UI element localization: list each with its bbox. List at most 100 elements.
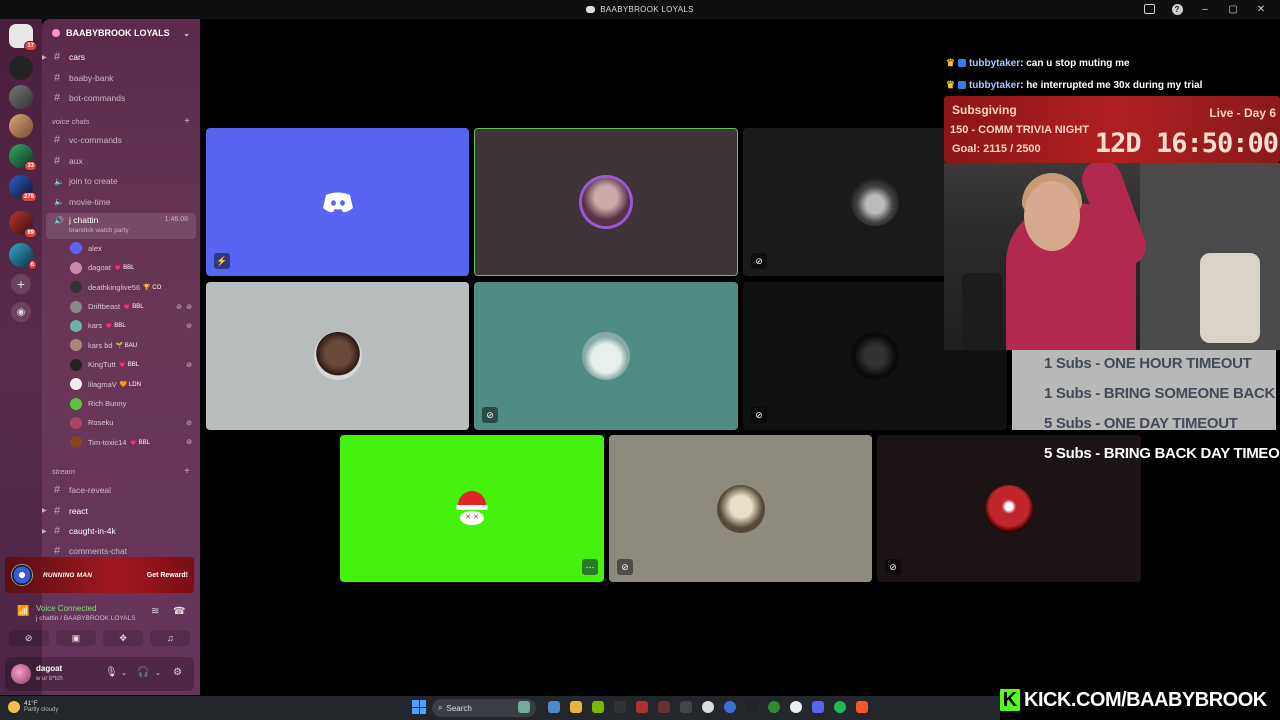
help-icon[interactable]: ?: [1170, 2, 1184, 16]
taskbar-app-icon[interactable]: [548, 701, 560, 713]
settings-gear-icon[interactable]: ⚙: [173, 667, 182, 678]
voice-member[interactable]: kars bd 🌱 BAU: [42, 336, 200, 355]
channel-react[interactable]: ▶ # react: [42, 500, 200, 520]
voice-status[interactable]: Voice Connected: [36, 604, 97, 613]
voice-location[interactable]: j chattin / BAABYBROOK LOYALS: [36, 615, 136, 622]
taskbar-app-icon[interactable]: [724, 701, 736, 713]
chevron-down-icon[interactable]: ⌄: [155, 669, 161, 677]
direct-messages-button[interactable]: 17: [9, 24, 37, 51]
webcam-pillow: [1200, 253, 1260, 343]
soundboard-button[interactable]: ♫: [150, 630, 191, 646]
channel-face-reveal[interactable]: # face-reveal: [42, 480, 200, 500]
server-icon[interactable]: 6: [9, 243, 37, 270]
channel-j-chattin[interactable]: 🔊 j chattin brandisk watch party 1:46:08: [46, 212, 196, 239]
server-icon[interactable]: 89: [9, 211, 37, 238]
camera-off-button[interactable]: ⊘: [8, 630, 49, 646]
server-icon[interactable]: [9, 114, 33, 138]
category-voice-chats[interactable]: voice chats +: [42, 112, 200, 130]
channel-cars[interactable]: ▶ # cars: [42, 47, 200, 67]
noise-suppression-icon[interactable]: ≋: [151, 606, 159, 617]
brave-icon[interactable]: [856, 701, 868, 713]
voice-member[interactable]: Roseku ⊘: [42, 413, 200, 432]
subathon-live-day: Live - Day 6: [1209, 106, 1276, 120]
video-tile[interactable]: ⚡: [206, 128, 469, 276]
mic-muted-icon: ⊘: [751, 407, 767, 423]
avatar: [70, 416, 82, 429]
file-explorer-icon[interactable]: [570, 701, 582, 713]
taskbar-app-icon[interactable]: [614, 701, 626, 713]
chevron-down-icon[interactable]: ⌄: [121, 669, 127, 677]
explore-icon[interactable]: ◉: [11, 302, 31, 322]
maximize-button[interactable]: ▢: [1226, 2, 1240, 16]
activities-button[interactable]: ✥: [103, 630, 144, 646]
add-channel-icon[interactable]: +: [184, 466, 190, 477]
weather-widget[interactable]: 41°F Partly cloudy: [8, 700, 58, 713]
channel-aux[interactable]: # aux: [42, 151, 200, 171]
search-label: Search: [446, 703, 472, 713]
spotify-icon[interactable]: [834, 701, 846, 713]
video-tile[interactable]: ⊘: [474, 282, 738, 430]
member-tag: 💗 BBL: [118, 362, 140, 369]
promo-title: RUNNING MAN: [43, 571, 93, 579]
add-channel-icon[interactable]: +: [184, 116, 190, 127]
disconnect-icon[interactable]: ☎: [173, 606, 185, 617]
channel-vc-commands[interactable]: # vc-commands: [42, 130, 200, 150]
voice-member[interactable]: lilagmaV 🧡 LDN: [42, 374, 200, 393]
voice-member[interactable]: alex: [42, 239, 200, 258]
server-icon[interactable]: 278: [9, 175, 37, 202]
video-tile[interactable]: ⊘: [609, 435, 872, 582]
channel-bot-commands[interactable]: # bot-commands: [42, 88, 200, 108]
discord-taskbar-icon[interactable]: [812, 701, 824, 713]
nvidia-icon[interactable]: [592, 701, 604, 713]
taskbar-app-icon[interactable]: [518, 701, 530, 713]
obs-icon[interactable]: [702, 701, 714, 713]
capcut-icon[interactable]: [746, 701, 758, 713]
headphones-icon[interactable]: 🎧: [137, 667, 149, 678]
channel-label: comments-chat: [69, 546, 128, 557]
voice-member[interactable]: KingTutt 💗 BBL ⊘: [42, 355, 200, 374]
channel-movie-time[interactable]: 🔈 movie-time: [42, 191, 200, 211]
channel-join-to-create[interactable]: 🔈 join to create: [42, 171, 200, 191]
server-badge: 89: [24, 228, 37, 238]
server-icon[interactable]: [9, 85, 33, 109]
user-panel: dagoat w ur b*tch 🎙 ⌄ 🎧 ⌄ ⚙: [5, 657, 194, 691]
voice-member[interactable]: dagoat 💗 BBL: [42, 258, 200, 277]
more-options-icon[interactable]: ⋯: [582, 559, 598, 575]
taskbar-app-icon[interactable]: [680, 701, 692, 713]
add-server-icon[interactable]: +: [11, 274, 31, 294]
microphone-icon[interactable]: 🎙: [105, 667, 118, 678]
start-button[interactable]: [412, 700, 426, 714]
screen-share-button[interactable]: ▣: [55, 630, 96, 646]
video-tile[interactable]: [206, 282, 469, 430]
voice-member[interactable]: Tim-toxic14 💗 BBL ⊘: [42, 433, 200, 452]
guild-name: BAABYBROOK LOYALS: [66, 28, 170, 38]
signal-icon[interactable]: 📶: [17, 606, 29, 617]
member-tag: 💗 BBL: [129, 439, 150, 446]
guild-header[interactable]: BAABYBROOK LOYALS ⌄: [42, 19, 200, 47]
voice-member[interactable]: kars 💗 BBL ⊘: [42, 316, 200, 335]
video-tile-speaking[interactable]: [474, 128, 738, 276]
xbox-icon[interactable]: [768, 701, 780, 713]
close-button[interactable]: ✕: [1254, 2, 1268, 16]
taskbar: 41°F Partly cloudy ⌕ Search: [0, 696, 1000, 720]
video-tile[interactable]: ✕ ✕ ⋯: [340, 435, 604, 582]
inbox-icon[interactable]: [1142, 2, 1156, 16]
channel-caught-in-4k[interactable]: ▶ # caught-in-4k: [42, 521, 200, 541]
get-reward-button[interactable]: Get Reward!: [147, 572, 188, 579]
voice-member[interactable]: Driftbeast 💗 BBL ⊘ ⊘: [42, 297, 200, 316]
member-tag: 💗 BBL: [123, 304, 144, 311]
promo-banner[interactable]: RUNNING MAN Get Reward!: [5, 557, 194, 593]
voice-member[interactable]: deathkinglive56 🏆 CO: [42, 278, 200, 297]
user-avatar: [313, 332, 362, 380]
category-stream[interactable]: stream +: [42, 462, 200, 480]
channel-baaby-bank[interactable]: # baaby-bank: [42, 67, 200, 87]
user-name[interactable]: dagoat: [36, 664, 62, 673]
voice-member[interactable]: Rich Bunny: [42, 394, 200, 413]
server-icon-baabybrook[interactable]: [9, 56, 33, 80]
avatar[interactable]: [11, 664, 31, 684]
taskbar-app-icon[interactable]: [790, 701, 802, 713]
taskbar-app-icon[interactable]: [658, 701, 670, 713]
minimize-button[interactable]: –: [1198, 2, 1212, 16]
server-icon[interactable]: 33: [9, 144, 37, 171]
taskbar-app-icon[interactable]: [636, 701, 648, 713]
